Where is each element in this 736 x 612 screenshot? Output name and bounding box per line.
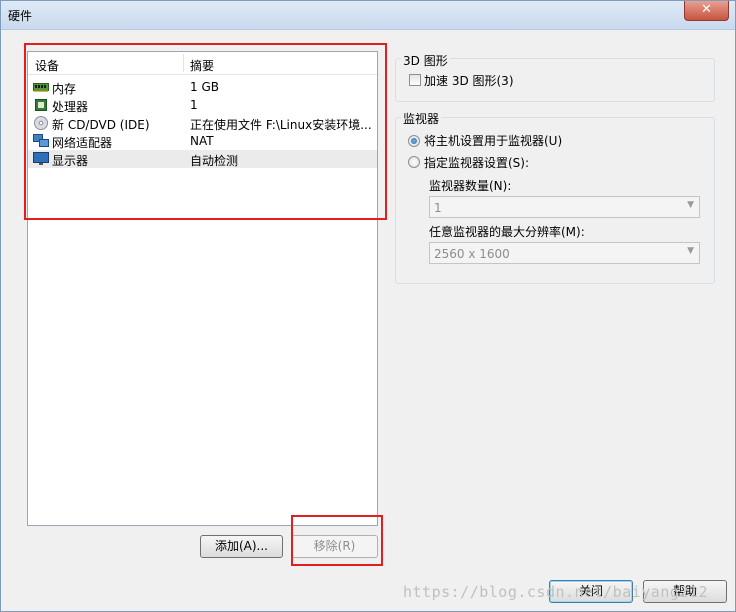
specify-monitor-settings-radio[interactable] — [408, 156, 420, 168]
use-host-settings-label[interactable]: 将主机设置用于监视器(U) — [424, 132, 562, 149]
max-resolution-label: 任意监视器的最大分辨率(M): — [429, 225, 585, 239]
highlight-box-remove-button — [291, 515, 383, 566]
chevron-down-icon: ▼ — [687, 246, 694, 256]
monitor-count-label: 监视器数量(N): — [429, 179, 512, 193]
close-icon: ✕ — [701, 2, 712, 17]
specify-monitor-settings-label[interactable]: 指定监视器设置(S): — [424, 154, 529, 171]
use-host-settings-radio[interactable] — [408, 135, 420, 147]
accelerate-3d-checkbox[interactable] — [409, 74, 421, 86]
window-title: 硬件 — [8, 9, 33, 23]
watermark: https://blog.csdn.net/baiyang212 — [403, 583, 708, 601]
highlight-box-device-list — [24, 43, 387, 220]
monitor-count-value: 1 — [434, 201, 442, 215]
title-bar: 硬件 ✕ — [1, 1, 735, 30]
add-device-button[interactable]: 添加(A)... — [200, 535, 283, 558]
monitor-group-title: 监视器 — [401, 110, 442, 127]
accelerate-3d-label[interactable]: 加速 3D 图形(3) — [424, 72, 514, 89]
hardware-dialog: 硬件 ✕ 设备 摘要 内存 1 GB 处理器 1 新 CD/DVD (IDE) … — [0, 0, 736, 612]
monitor-count-select[interactable]: 1 ▼ — [429, 196, 700, 218]
max-resolution-value: 2560 x 1600 — [434, 247, 510, 261]
max-resolution-select[interactable]: 2560 x 1600 ▼ — [429, 242, 700, 264]
close-window-button[interactable]: ✕ — [684, 1, 729, 21]
graphics-3d-group-title: 3D 图形 — [401, 52, 450, 69]
chevron-down-icon: ▼ — [687, 200, 694, 210]
